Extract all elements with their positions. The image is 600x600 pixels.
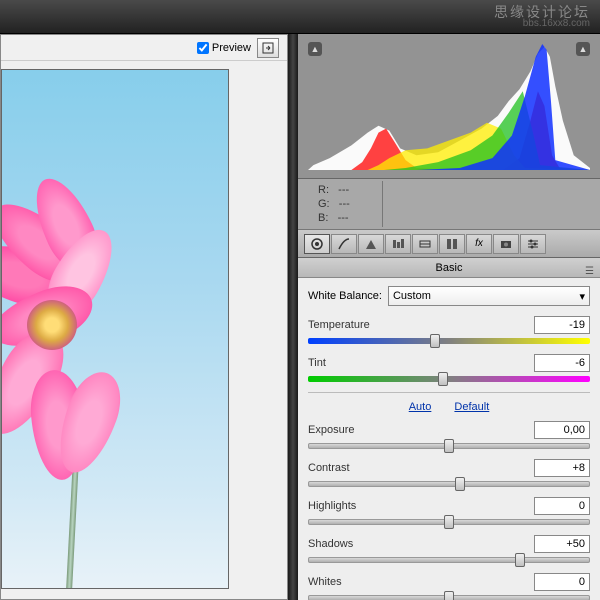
tint-label: Tint xyxy=(308,357,326,369)
whites-slider[interactable] xyxy=(308,595,590,600)
highlights-slider[interactable] xyxy=(308,519,590,525)
default-link[interactable]: Default xyxy=(454,401,489,413)
exposure-slider[interactable] xyxy=(308,443,590,449)
whites-label: Whites xyxy=(308,576,342,588)
shadows-value[interactable]: +50 xyxy=(534,535,590,553)
panel-divider[interactable] xyxy=(288,34,298,600)
auto-link[interactable]: Auto xyxy=(409,401,432,413)
temperature-label: Temperature xyxy=(308,319,370,331)
tab-split-icon[interactable] xyxy=(412,234,438,254)
temperature-value[interactable]: -19 xyxy=(534,316,590,334)
highlights-label: Highlights xyxy=(308,500,356,512)
panel-menu-icon[interactable]: ☰ xyxy=(585,262,594,282)
temperature-slider[interactable] xyxy=(308,338,590,344)
highlights-value[interactable]: 0 xyxy=(534,497,590,515)
contrast-label: Contrast xyxy=(308,462,350,474)
preview-label: Preview xyxy=(212,42,251,54)
tab-basic-icon[interactable] xyxy=(304,234,330,254)
preview-toggle[interactable]: Preview xyxy=(197,42,251,54)
fullscreen-icon[interactable] xyxy=(257,38,279,58)
tab-curve-icon[interactable] xyxy=(331,234,357,254)
preview-checkbox[interactable] xyxy=(197,42,209,54)
rgb-readout: R: --- G: --- B: --- xyxy=(298,179,600,230)
shadows-slider[interactable] xyxy=(308,557,590,563)
wb-label: White Balance: xyxy=(308,290,382,302)
image-preview[interactable] xyxy=(1,61,287,599)
whites-value[interactable]: 0 xyxy=(534,573,590,591)
contrast-value[interactable]: +8 xyxy=(534,459,590,477)
preview-panel: Preview xyxy=(0,34,288,600)
tab-detail-icon[interactable] xyxy=(358,234,384,254)
tab-fx-icon[interactable]: fx xyxy=(466,234,492,254)
tab-presets-icon[interactable] xyxy=(520,234,546,254)
tab-camera-icon[interactable] xyxy=(493,234,519,254)
tint-slider[interactable] xyxy=(308,376,590,382)
exposure-value[interactable]: 0,00 xyxy=(534,421,590,439)
chevron-down-icon: ▾ xyxy=(579,290,585,303)
exposure-label: Exposure xyxy=(308,424,354,436)
shadows-label: Shadows xyxy=(308,538,353,550)
contrast-slider[interactable] xyxy=(308,481,590,487)
tab-lens-icon[interactable] xyxy=(439,234,465,254)
tab-hsl-icon[interactable] xyxy=(385,234,411,254)
watermark-sub: bbs.16xx8.com xyxy=(523,18,590,29)
panel-tabs: fx xyxy=(298,230,600,258)
white-balance-select[interactable]: Custom▾ xyxy=(388,286,590,306)
panel-title: Basic ☰ xyxy=(298,258,600,278)
tint-value[interactable]: -6 xyxy=(534,354,590,372)
histogram[interactable]: ▲ ▲ xyxy=(298,34,600,179)
adjustments-panel: ▲ ▲ R: --- G: --- B: --- xyxy=(298,34,600,600)
